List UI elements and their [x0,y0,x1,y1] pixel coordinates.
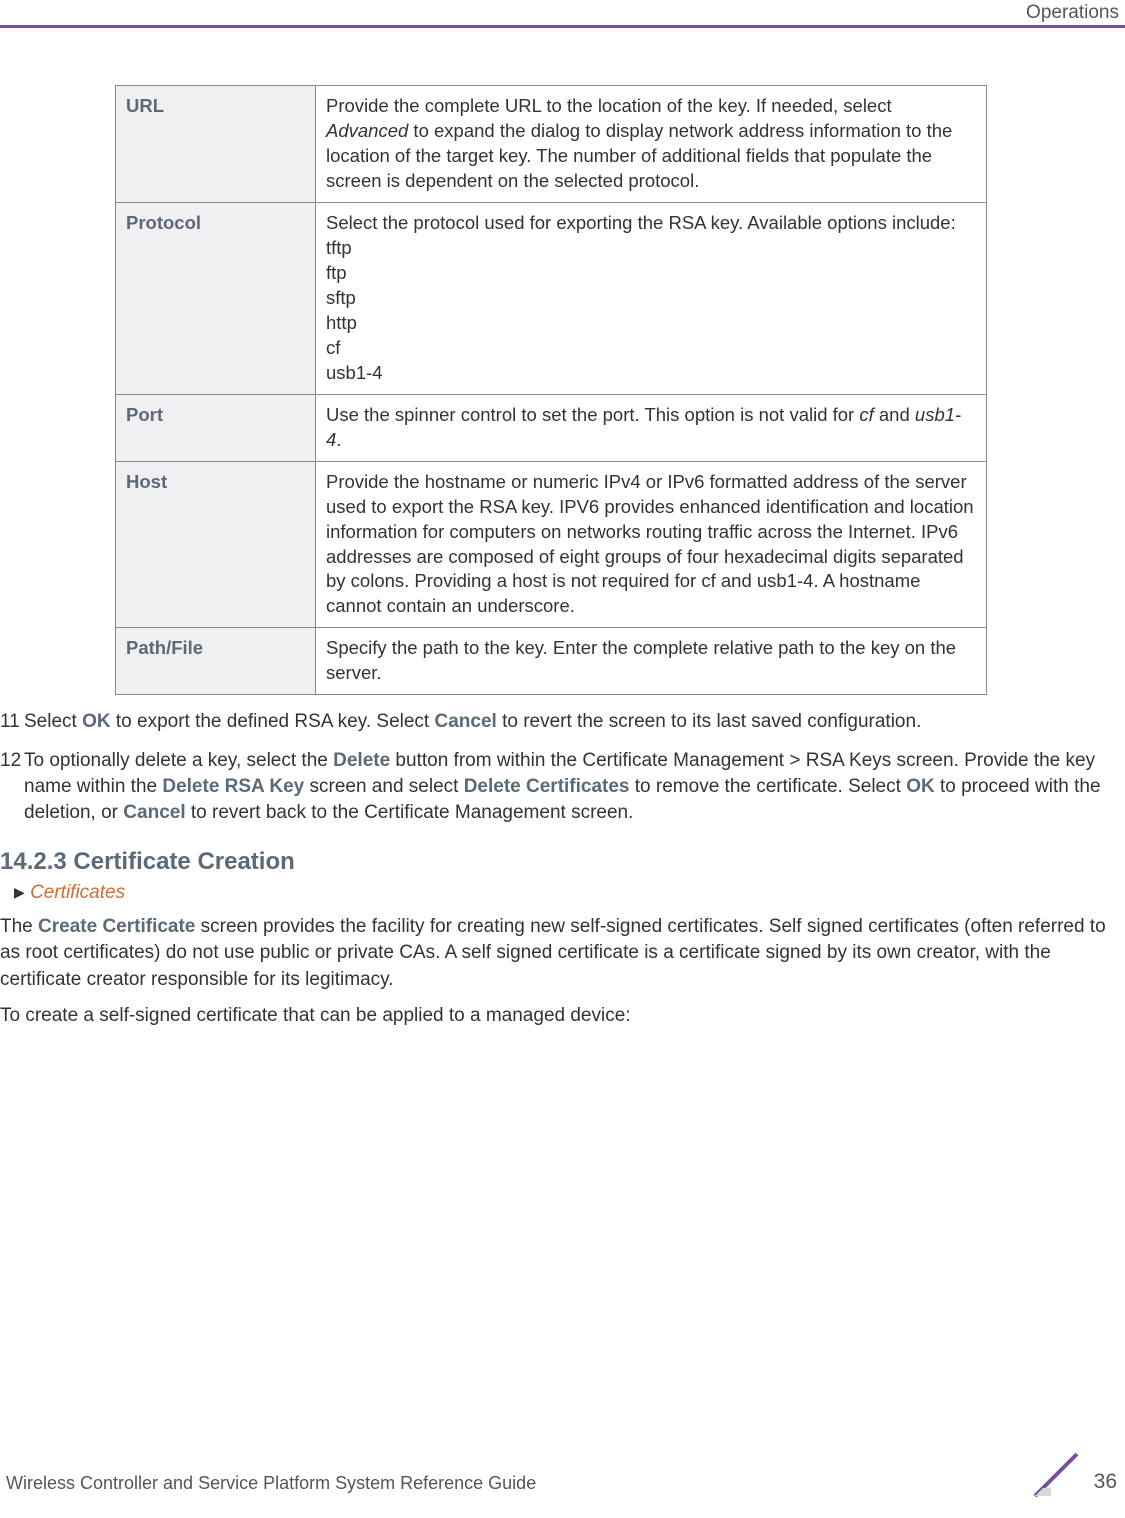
list-item: 12To optionally delete a key, select the… [0,748,1113,827]
step-text: To optionally delete a key, select the D… [24,748,1113,827]
section-paragraph-1: The Create Certificate screen provides t… [0,914,1119,993]
page-number: 36 [1094,1470,1117,1494]
breadcrumb: ▶ Certificates [0,882,1119,904]
table-row: ProtocolSelect the protocol used for exp… [116,202,987,394]
section-paragraph-2: To create a self-signed certificate that… [0,1003,1119,1029]
field-description: Use the spinner control to set the port.… [316,394,987,461]
header-section-title: Operations [1026,2,1119,24]
breadcrumb-link[interactable]: Certificates [30,882,125,903]
footer-logo-icon [1033,1452,1079,1498]
table-row: URLProvide the complete URL to the locat… [116,86,987,203]
field-label: URL [116,86,316,203]
footer: Wireless Controller and Service Platform… [0,1454,1125,1494]
step-text: Select OK to export the defined RSA key.… [24,709,1113,735]
chevron-right-icon: ▶ [14,884,25,901]
table-row: Path/FileSpecify the path to the key. En… [116,628,987,695]
field-label: Protocol [116,202,316,394]
field-label: Path/File [116,628,316,695]
list-item: 11Select OK to export the defined RSA ke… [0,709,1113,735]
header-bar [0,0,1125,28]
fields-table: URLProvide the complete URL to the locat… [115,85,987,695]
field-label: Host [116,461,316,628]
page: Operations URLProvide the complete URL t… [0,0,1125,1518]
step-number: 11 [0,709,24,735]
content-area: URLProvide the complete URL to the locat… [0,85,1119,1029]
field-description: Provide the hostname or numeric IPv4 or … [316,461,987,628]
section-heading: 14.2.3 Certificate Creation [0,848,1119,876]
field-description: Select the protocol used for exporting t… [316,202,987,394]
step-number: 12 [0,748,24,827]
field-description: Provide the complete URL to the location… [316,86,987,203]
footer-title: Wireless Controller and Service Platform… [6,1473,536,1494]
instruction-steps: 11Select OK to export the defined RSA ke… [0,709,1119,826]
field-label: Port [116,394,316,461]
table-row: HostProvide the hostname or numeric IPv4… [116,461,987,628]
field-description: Specify the path to the key. Enter the c… [316,628,987,695]
table-row: PortUse the spinner control to set the p… [116,394,987,461]
